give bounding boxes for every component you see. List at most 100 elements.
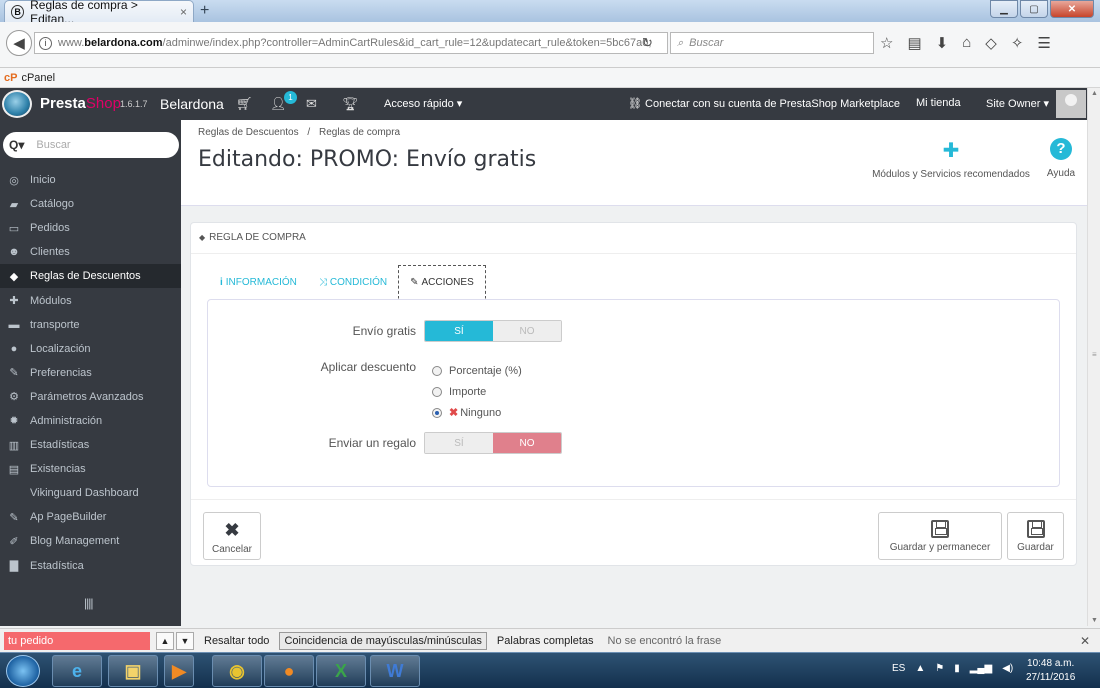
firefox-taskbar-icon[interactable]: ● [264, 655, 314, 687]
start-button[interactable] [6, 655, 40, 687]
send-gift-yes[interactable]: SÍ [425, 433, 493, 453]
explorer-taskbar-icon[interactable]: ▣ [108, 655, 158, 687]
home-icon[interactable]: ⌂ [962, 34, 971, 52]
browser-tab[interactable]: B Reglas de compra > Editan... × [4, 0, 194, 26]
power-icon[interactable]: ▮ [954, 663, 960, 674]
sidebar-item-módulos[interactable]: ✚ Módulos [0, 288, 181, 312]
sidebar-item-estadísticas[interactable]: ▥ Estadísticas [0, 433, 181, 457]
cart-icon[interactable]: 🛒︎ [236, 96, 253, 112]
sidebar-item-clientes[interactable]: ☻ Clientes [0, 240, 181, 264]
trophy-icon[interactable]: 🏆︎ [342, 96, 359, 112]
tab-condicion[interactable]: ⤨ CONDICIÓN [308, 265, 398, 299]
search-icon[interactable]: Q▾ [9, 138, 24, 152]
sidebar-item-administración[interactable]: ✹ Administración [0, 409, 181, 433]
collapse-menu-icon[interactable]: |||| [84, 596, 94, 610]
breadcrumb-discounts[interactable]: Reglas de Descuentos [198, 127, 299, 138]
close-icon[interactable]: ✕ [1080, 634, 1090, 648]
tray-expand-icon[interactable]: ▲ [915, 663, 925, 674]
sidebar-item-parámetros-avanzados[interactable]: ⚙ Parámetros Avanzados [0, 385, 181, 409]
find-input[interactable]: tu pedido [4, 631, 150, 650]
send-gift-switch[interactable]: SÍ NO [424, 432, 562, 454]
radio-button[interactable] [432, 365, 442, 376]
scroll-up-icon[interactable]: ▲ [1091, 90, 1098, 97]
language-indicator[interactable]: ES [892, 663, 905, 674]
radio-percentage[interactable]: Porcentaje (%) [432, 360, 522, 381]
excel-taskbar-icon[interactable]: X [316, 655, 366, 687]
find-previous-button[interactable]: ▲ [156, 631, 174, 650]
radio-button-selected[interactable] [432, 407, 442, 418]
reload-icon[interactable]: ↻ [642, 35, 653, 51]
bookmark-star-icon[interactable]: ☆ [880, 34, 893, 52]
network-icon[interactable]: ▂▄▆ [970, 663, 992, 674]
sidebar-item-existencias[interactable]: ▤ Existencias [0, 457, 181, 481]
sidebar-item-transporte[interactable]: ▬ transporte [0, 313, 181, 337]
scroll-grip-icon[interactable]: ≡ [1092, 350, 1097, 359]
sidebar-item-ap-pagebuilder[interactable]: ✎ Ap PageBuilder [0, 505, 181, 529]
sidebar-item-pedidos[interactable]: ▭ Pedidos [0, 216, 181, 240]
minimize-button[interactable]: ▁ [990, 0, 1018, 18]
tab-acciones[interactable]: ✎ ACCIONES [398, 265, 486, 299]
back-button[interactable]: ◀ [6, 30, 32, 56]
word-taskbar-icon[interactable]: W [370, 655, 420, 687]
free-shipping-no[interactable]: NO [493, 321, 561, 341]
bookmark-cpanel[interactable]: cPanel [21, 72, 55, 84]
recommended-modules-label: Módulos y Servicios recomendados [872, 169, 1030, 180]
tab-close-icon[interactable]: × [180, 5, 187, 19]
employee-menu[interactable]: Site Owner ▾ [986, 97, 1049, 110]
sidebar-item-estadística[interactable]: ▇ Estadística [0, 554, 181, 578]
avatar[interactable] [1056, 90, 1086, 118]
sidebar-item-inicio[interactable]: ◎ Inicio [0, 168, 181, 192]
media-taskbar-icon[interactable]: ▶ [164, 655, 194, 687]
scroll-down-icon[interactable]: ▼ [1091, 617, 1098, 624]
help-button[interactable]: ? Ayuda [1041, 138, 1081, 179]
ie-taskbar-icon[interactable]: e [52, 655, 102, 687]
close-window-button[interactable]: ✕ [1050, 0, 1094, 18]
sidebar-search[interactable]: Q▾ Buscar [3, 132, 179, 158]
chrome-taskbar-icon[interactable]: ◉ [212, 655, 262, 687]
sidebar-item-catálogo[interactable]: ▰ Catálogo [0, 192, 181, 216]
maximize-button[interactable]: ▢ [1020, 0, 1048, 18]
extension-icon[interactable]: ✧ [1011, 34, 1024, 52]
flag-icon[interactable]: ⚑ [935, 663, 944, 674]
search-box[interactable]: ⌕ Buscar [670, 32, 874, 54]
radio-amount[interactable]: Importe [432, 381, 522, 402]
tab-informacion[interactable]: i INFORMACIÓN [209, 265, 308, 299]
menu-icon[interactable]: ☰ [1037, 34, 1050, 52]
search-icon: ⌕ [677, 36, 684, 49]
download-icon[interactable]: ⬇ [936, 34, 949, 52]
save-button[interactable]: Guardar [1007, 512, 1064, 560]
sidebar-item-localización[interactable]: ● Localización [0, 337, 181, 361]
sidebar-item-blog-management[interactable]: ✐ Blog Management [0, 529, 181, 553]
highlight-all-toggle[interactable]: Resaltar todo [204, 635, 269, 647]
free-shipping-yes[interactable]: SÍ [425, 321, 493, 341]
send-gift-no[interactable]: NO [493, 433, 561, 453]
free-shipping-switch[interactable]: SÍ NO [424, 320, 562, 342]
match-case-toggle[interactable]: Coincidencia de mayúsculas/minúsculas [279, 631, 487, 650]
clock[interactable]: 10:48 a.m. 27/11/2016 [1026, 657, 1075, 685]
reading-list-icon[interactable]: ▤ [907, 34, 921, 52]
new-tab-button[interactable]: + [200, 2, 209, 20]
quick-access-menu[interactable]: Acceso rápido ▾ [384, 97, 462, 110]
cancel-button[interactable]: ✖ Cancelar [203, 512, 261, 560]
volume-icon[interactable]: ◀) [1002, 663, 1013, 674]
page-scrollbar[interactable]: ▲ ≡ ▼ [1087, 88, 1100, 626]
save-and-stay-button[interactable]: Guardar y permanecer [878, 512, 1002, 560]
radio-none[interactable]: ✖ Ninguno [432, 402, 522, 423]
my-shop-link[interactable]: Mi tienda [916, 97, 961, 109]
breadcrumb-cart-rules[interactable]: Reglas de compra [319, 127, 400, 138]
prestashop-logo-icon[interactable] [2, 90, 32, 118]
sidebar-item-reglas-de-descuentos[interactable]: ◆ Reglas de Descuentos [0, 264, 181, 289]
pocket-icon[interactable]: ◇ [985, 34, 997, 52]
sidebar-item-label: Inicio [30, 174, 56, 187]
marketplace-connect-link[interactable]: ⛓ Conectar con su cuenta de PrestaShop M… [628, 97, 900, 110]
sidebar-item-vikinguard-dashboard[interactable]: Vikinguard Dashboard [0, 481, 181, 505]
whole-words-toggle[interactable]: Palabras completas [497, 635, 594, 647]
recommended-modules-button[interactable]: ✚ Módulos y Servicios recomendados [861, 138, 1041, 180]
radio-button[interactable] [432, 386, 442, 397]
find-next-button[interactable]: ▼ [176, 631, 194, 650]
message-icon[interactable]: ✉ [306, 96, 317, 112]
store-name[interactable]: Belardona [160, 96, 224, 112]
address-bar[interactable]: i www.belardona.com/adminwe/index.php?co… [34, 32, 668, 54]
info-icon[interactable]: i [39, 36, 52, 50]
sidebar-item-preferencias[interactable]: ✎ Preferencias [0, 361, 181, 385]
